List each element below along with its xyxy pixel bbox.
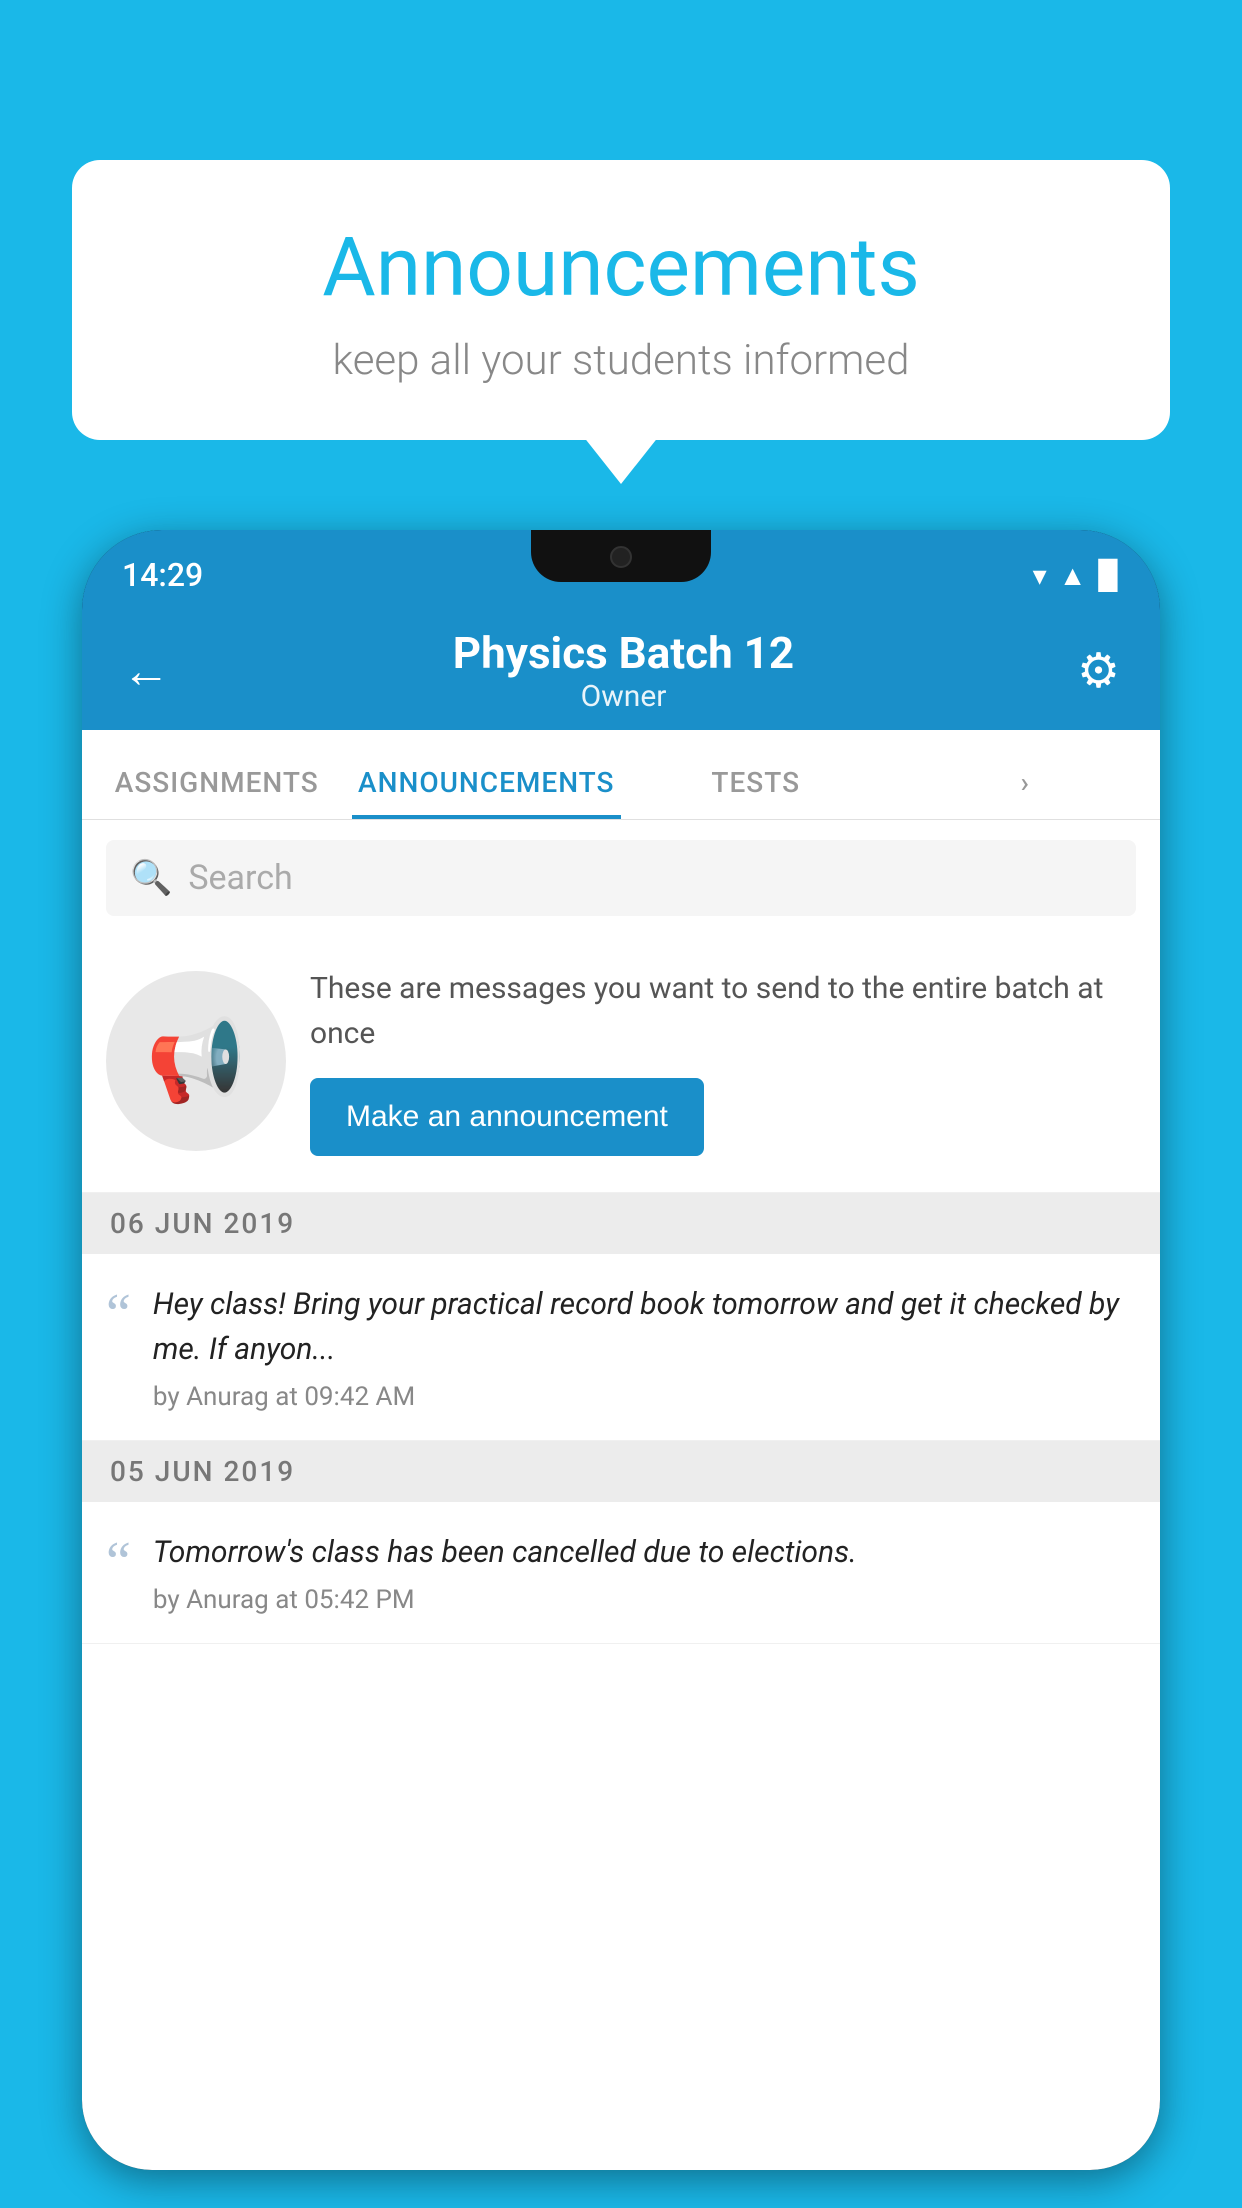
tab-tests[interactable]: TESTS	[621, 766, 891, 819]
user-role: Owner	[453, 679, 794, 714]
wifi-icon: ▾	[1033, 559, 1047, 592]
date-separator-1: 06 JUN 2019	[82, 1193, 1160, 1254]
announcement-promo-right: These are messages you want to send to t…	[310, 966, 1136, 1156]
status-time: 14:29	[122, 546, 203, 594]
announcement-body-2: Tomorrow's class has been cancelled due …	[153, 1530, 1136, 1615]
app-header: ← Physics Batch 12 Owner ⚙	[82, 610, 1160, 730]
speech-bubble-subtitle: keep all your students informed	[122, 336, 1120, 385]
announcement-meta-2: by Anurag at 05:42 PM	[153, 1585, 1136, 1615]
announcement-promo-description: These are messages you want to send to t…	[310, 966, 1136, 1056]
phone-container: 14:29 ▾ ▲ ▉ ← Physics Batch 12 Owner ⚙ A…	[82, 530, 1160, 2208]
speech-bubble-title: Announcements	[122, 220, 1120, 316]
announcement-message-2: Tomorrow's class has been cancelled due …	[153, 1530, 1136, 1575]
speech-bubble-container: Announcements keep all your students inf…	[72, 160, 1170, 440]
announcement-meta-1: by Anurag at 09:42 AM	[153, 1382, 1136, 1412]
make-announcement-button[interactable]: Make an announcement	[310, 1078, 704, 1156]
announcement-body-1: Hey class! Bring your practical record b…	[153, 1282, 1136, 1412]
signal-icon: ▲	[1059, 559, 1087, 592]
header-center: Physics Batch 12 Owner	[453, 627, 794, 714]
announcement-item-1[interactable]: “ Hey class! Bring your practical record…	[82, 1254, 1160, 1441]
phone: 14:29 ▾ ▲ ▉ ← Physics Batch 12 Owner ⚙ A…	[82, 530, 1160, 2170]
batch-title: Physics Batch 12	[453, 627, 794, 679]
search-bar-wrapper: 🔍 Search	[82, 820, 1160, 936]
announcement-message-1: Hey class! Bring your practical record b…	[153, 1282, 1136, 1372]
battery-icon: ▉	[1098, 559, 1120, 592]
settings-icon[interactable]: ⚙	[1077, 642, 1120, 699]
megaphone-icon: 📢	[146, 1014, 246, 1108]
tab-announcements[interactable]: ANNOUNCEMENTS	[352, 766, 622, 819]
back-button[interactable]: ←	[122, 642, 170, 699]
announcement-item-2[interactable]: “ Tomorrow's class has been cancelled du…	[82, 1502, 1160, 1644]
search-bar[interactable]: 🔍 Search	[106, 840, 1136, 916]
phone-notch	[531, 530, 711, 582]
date-separator-2: 05 JUN 2019	[82, 1441, 1160, 1502]
status-icons: ▾ ▲ ▉	[1033, 549, 1120, 592]
tab-more[interactable]: ›	[891, 766, 1161, 819]
announcement-icon-circle: 📢	[106, 971, 286, 1151]
phone-content: 🔍 Search 📢 These are messages you want t…	[82, 820, 1160, 2170]
tab-assignments[interactable]: ASSIGNMENTS	[82, 766, 352, 819]
search-input[interactable]: Search	[188, 858, 292, 898]
tabs-bar: ASSIGNMENTS ANNOUNCEMENTS TESTS ›	[82, 730, 1160, 820]
announcement-promo: 📢 These are messages you want to send to…	[82, 936, 1160, 1193]
quote-icon-1: “	[106, 1286, 131, 1342]
quote-icon-2: “	[106, 1534, 131, 1590]
search-icon: 🔍	[130, 858, 172, 898]
phone-camera	[610, 546, 632, 568]
speech-bubble: Announcements keep all your students inf…	[72, 160, 1170, 440]
